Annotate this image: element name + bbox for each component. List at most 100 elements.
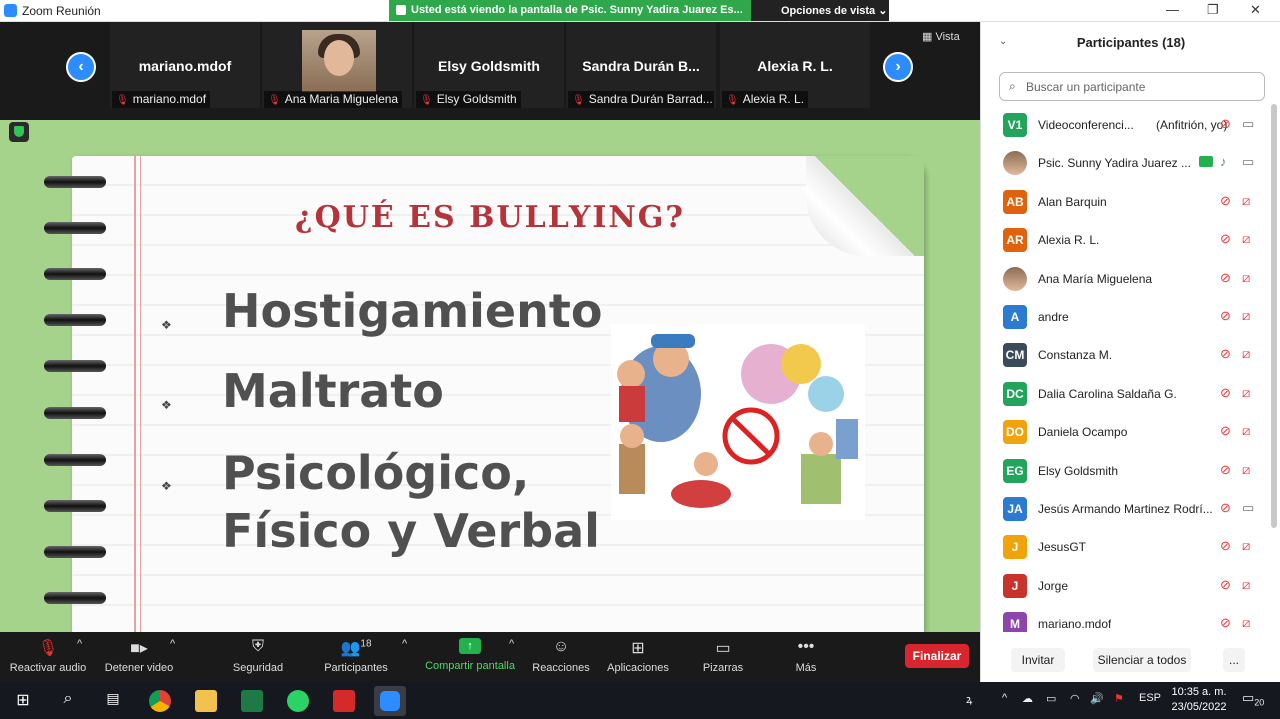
mic-muted-icon[interactable]: ⊘	[1220, 423, 1231, 439]
volume-icon[interactable]: 🔊	[1090, 692, 1104, 705]
notification-app-icon[interactable]: ⚑	[1114, 692, 1124, 705]
participant-row[interactable]: AR Alexia R. L. ⊘ ⧄	[981, 221, 1271, 259]
participant-avatar: M	[1003, 612, 1027, 632]
video-tile[interactable]: 🎙 Ana Maria Miguelena	[262, 22, 412, 108]
participant-row[interactable]: DC Dalia Carolina Saldaña G. ⊘ ⧄	[981, 375, 1271, 413]
participants-button[interactable]: 👥18 Participantes	[318, 638, 394, 674]
whiteboards-button[interactable]: ▭ Pizarras	[698, 638, 748, 674]
prev-page-button[interactable]: ‹	[66, 52, 96, 82]
participant-row[interactable]: Mmariano.mdof ⊘ ⧄	[981, 605, 1271, 632]
camera-off-icon[interactable]: ⧄	[1242, 462, 1250, 478]
video-tile[interactable]: mariano.mdof 🎙 mariano.mdof	[110, 22, 260, 108]
video-tile[interactable]: Alexia R. L. 🎙 Alexia R. L.	[720, 22, 870, 108]
encryption-shield-icon[interactable]	[9, 122, 29, 142]
participant-row[interactable]: Ana María Miguelena ⊘ ⧄	[981, 260, 1271, 298]
panel-more-button[interactable]: ...	[1223, 648, 1245, 672]
participant-row[interactable]: CM Constanza M. ⊘ ⧄	[981, 336, 1271, 374]
invite-button[interactable]: Invitar	[1011, 648, 1065, 672]
input-language[interactable]: ESP	[1139, 692, 1161, 704]
cloud-icon[interactable]: ☁	[1022, 692, 1033, 705]
mic-muted-icon[interactable]: ⊘	[1220, 270, 1231, 286]
close-icon[interactable]: ✕	[1250, 2, 1261, 18]
participant-face	[324, 40, 354, 76]
next-page-button[interactable]: ›	[883, 52, 913, 82]
battery-icon[interactable]: ▭	[1046, 692, 1056, 705]
camera-off-icon[interactable]: ⧄	[1242, 385, 1250, 401]
mic-muted-icon[interactable]: ⊘	[1220, 462, 1231, 478]
mic-muted-icon: 🎙	[726, 95, 739, 106]
security-button[interactable]: ⛨ Seguridad	[226, 638, 290, 674]
participants-options-caret[interactable]: ^	[402, 638, 407, 650]
more-button[interactable]: ••• Más	[788, 638, 824, 674]
camera-off-icon[interactable]: ⧄	[1242, 270, 1250, 286]
search-icon[interactable]: ⌕	[57, 690, 79, 712]
participant-row[interactable]: V1 Videoconferenci... (Anfitrión, yo) ⊘ ▭	[981, 106, 1271, 144]
participant-row[interactable]: Aandre ⊘ ⧄	[981, 298, 1271, 336]
view-button[interactable]: ▦ Vista	[922, 30, 960, 43]
participant-row[interactable]: EG Elsy Goldsmith ⊘ ⧄	[981, 452, 1271, 490]
mic-muted-icon[interactable]: ⊘	[1220, 538, 1231, 554]
camera-off-icon[interactable]: ⧄	[1242, 538, 1250, 554]
reactions-button[interactable]: ☺ Reacciones	[530, 638, 592, 674]
video-tile[interactable]: Elsy Goldsmith 🎙 Elsy Goldsmith	[414, 22, 564, 108]
mic-muted-icon[interactable]: ⊘	[1220, 346, 1231, 362]
pdf-reader-icon[interactable]	[333, 690, 355, 712]
camera-off-icon[interactable]: ⧄	[1242, 308, 1250, 324]
file-explorer-icon[interactable]	[195, 690, 217, 712]
restore-icon[interactable]: ❐	[1207, 2, 1219, 18]
task-view-icon[interactable]: ▤	[102, 690, 124, 712]
participant-row[interactable]: Psic. Sunny Yadira Juarez ... ♪ ▭	[981, 144, 1271, 182]
mic-muted-icon[interactable]: ⊘	[1220, 615, 1231, 631]
panel-scrollbar[interactable]	[1271, 104, 1277, 528]
mic-muted-icon[interactable]: ⊘	[1220, 385, 1231, 401]
participant-avatar: A	[1003, 304, 1027, 329]
chevron-up-icon[interactable]: ^	[1002, 692, 1007, 704]
wifi-icon[interactable]: ◠	[1070, 692, 1080, 705]
mic-muted-icon[interactable]: ⊘	[1220, 500, 1231, 516]
camera-off-icon[interactable]: ⧄	[1242, 193, 1250, 209]
view-options-button[interactable]: Opciones de vista ⌄	[751, 0, 889, 21]
mute-all-button[interactable]: Silenciar a todos	[1093, 648, 1191, 672]
whatsapp-icon[interactable]	[287, 690, 309, 712]
participant-row[interactable]: AB Alan Barquin ⊘ ⧄	[981, 183, 1271, 221]
mic-muted-icon[interactable]: ⊘	[1220, 231, 1231, 247]
bullet-icon: ❖	[161, 398, 172, 412]
participant-row[interactable]: JA Jesús Armando Martinez Rodrí... ⊘ ▭	[981, 490, 1271, 528]
tile-label-text: Ana Maria Miguelena	[284, 92, 399, 106]
video-options-caret[interactable]: ^	[170, 638, 175, 650]
share-options-caret[interactable]: ^	[509, 638, 514, 650]
minimize-icon[interactable]: —	[1166, 2, 1179, 17]
mic-muted-icon[interactable]: ⊘	[1220, 116, 1231, 132]
camera-off-icon[interactable]: ⧄	[1242, 615, 1250, 631]
mic-muted-icon[interactable]: ⊘	[1220, 577, 1231, 593]
camera-icon[interactable]: ▭	[1242, 154, 1254, 170]
participant-search-input[interactable]: ⌕ Buscar un participante	[999, 72, 1265, 101]
zoom-taskbar-button[interactable]	[374, 686, 406, 716]
notifications-icon[interactable]: ▭20	[1242, 690, 1264, 708]
camera-off-icon[interactable]: ⧄	[1242, 577, 1250, 593]
camera-off-icon[interactable]: ⧄	[1242, 231, 1250, 247]
camera-icon[interactable]: ▭	[1242, 116, 1254, 132]
mic-muted-icon[interactable]: ⊘	[1220, 308, 1231, 324]
stop-video-button[interactable]: ■▸ Detener video	[100, 638, 178, 674]
participant-row[interactable]: J JesusGT ⊘ ⧄	[981, 528, 1271, 566]
share-screen-button[interactable]: ↑ Compartir pantalla	[420, 638, 520, 672]
video-tile[interactable]: Sandra Durán B... 🎙 Sandra Durán Barrad..…	[566, 22, 716, 108]
camera-off-icon[interactable]: ⧄	[1242, 346, 1250, 362]
system-clock[interactable]: 10:35 a. m. 23/05/2022	[1168, 685, 1230, 715]
windows-start-icon[interactable]: ⊞	[12, 690, 34, 712]
participant-row[interactable]: DO Daniela Ocampo ⊘ ⧄	[981, 413, 1271, 451]
excel-icon[interactable]	[241, 690, 263, 712]
audio-options-caret[interactable]: ^	[77, 638, 82, 650]
more-dots-icon: •••	[797, 638, 815, 655]
chrome-icon[interactable]	[149, 690, 171, 712]
participant-row[interactable]: J Jorge ⊘ ⧄	[981, 567, 1271, 605]
camera-off-icon[interactable]: ⧄	[1242, 423, 1250, 439]
camera-icon[interactable]: ▭	[1242, 500, 1254, 516]
people-icon[interactable]: ꝝ	[966, 692, 972, 707]
mic-icon[interactable]: ♪	[1220, 154, 1227, 169]
end-meeting-button[interactable]: Finalizar	[905, 644, 969, 668]
participant-name: Jorge	[1038, 578, 1069, 593]
mic-muted-icon[interactable]: ⊘	[1220, 193, 1231, 209]
apps-button[interactable]: ⊞ Aplicaciones	[604, 638, 672, 674]
